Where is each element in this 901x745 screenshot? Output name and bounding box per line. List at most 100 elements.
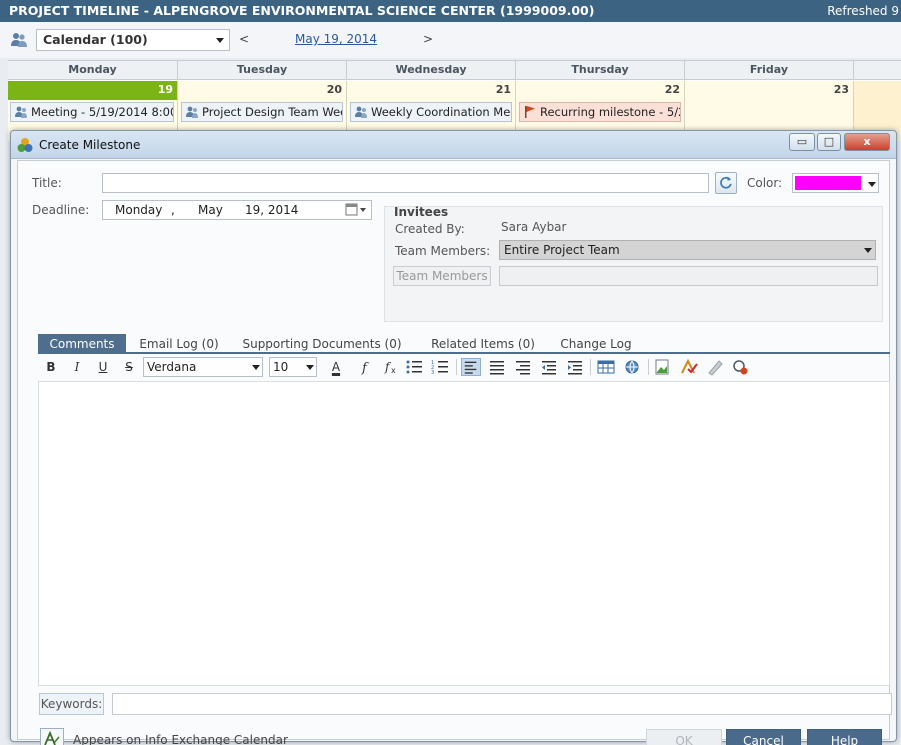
dialog-body: Title: Color: Deadline: Monday , May 19,… (17, 160, 892, 745)
close-button[interactable]: x (844, 133, 890, 151)
keywords-input[interactable] (112, 693, 892, 715)
toolbar-divider (648, 359, 649, 375)
font-color-button[interactable]: A (323, 358, 349, 376)
search-replace-icon[interactable] (731, 358, 751, 376)
event-label: Weekly Coordination Meeti... (371, 105, 511, 119)
maximize-button[interactable]: □ (817, 133, 841, 151)
day-number: 19 (8, 81, 177, 100)
app-title-bar: PROJECT TIMELINE - ALPENGROVE ENVIRONMEN… (0, 0, 901, 22)
editor-toolbar: B I U S Verdana 10 A f fx 123 (38, 356, 890, 378)
day-header-wednesday: Wednesday (347, 61, 516, 80)
underline-button[interactable]: U (93, 358, 113, 376)
help-button[interactable]: Help (807, 729, 882, 745)
day-number: 20 (326, 83, 342, 96)
chevron-down-icon (252, 365, 260, 370)
table-icon[interactable] (596, 358, 616, 376)
deadline-label: Deadline: (32, 203, 90, 217)
italic-button[interactable]: I (67, 358, 87, 376)
team-members-select[interactable]: Entire Project Team (499, 240, 876, 260)
chevron-down-icon (216, 38, 224, 43)
invitees-title: Invitees (394, 205, 449, 219)
deadline-weekday: Monday (115, 203, 163, 217)
created-by-label: Created By: (395, 222, 465, 236)
team-members-field (499, 266, 878, 286)
outdent-icon[interactable] (539, 358, 559, 376)
info-exchange-label: Appears on Info Exchange Calendar (73, 733, 288, 745)
day-header-friday: Friday (685, 61, 854, 80)
day-number: 22 (664, 83, 680, 96)
clear-format-icon[interactable]: fx (380, 358, 400, 376)
minimize-button[interactable]: ▭ (789, 133, 815, 151)
day-number: 21 (495, 83, 511, 96)
align-center-icon[interactable] (487, 358, 507, 376)
bulleted-list-icon[interactable] (404, 358, 424, 376)
calendar-event[interactable]: Project Design Team Week... (181, 102, 343, 122)
day-header-thursday: Thursday (516, 61, 685, 80)
people-icon[interactable] (10, 31, 28, 49)
minimize-icon: ▭ (796, 135, 808, 148)
created-by-value: Sara Aybar (501, 220, 567, 234)
event-label: Meeting - 5/19/2014 8:00 ... (31, 105, 173, 119)
font-family-select[interactable]: Verdana (143, 357, 263, 377)
calendar-event[interactable]: Meeting - 5/19/2014 8:00 ... (10, 102, 174, 122)
team-members-button[interactable]: Team Members (393, 266, 491, 286)
meeting-icon (186, 106, 198, 118)
spell-check-icon[interactable] (679, 358, 699, 376)
tab-related-items[interactable]: Related Items (0) (426, 334, 540, 354)
day-header-overflow (854, 61, 901, 80)
maximize-icon: □ (823, 135, 835, 148)
dialog-title-bar[interactable]: Create Milestone ▭ □ x (11, 131, 896, 159)
color-swatch (795, 176, 861, 190)
refresh-icon (720, 176, 732, 189)
team-members-label: Team Members: (395, 244, 491, 258)
toolbar-divider (590, 359, 591, 375)
align-right-icon[interactable] (513, 358, 533, 376)
align-left-icon[interactable] (461, 358, 481, 376)
svg-text:x: x (391, 366, 396, 375)
title-input[interactable] (102, 173, 709, 193)
project-title: PROJECT TIMELINE - ALPENGROVE ENVIRONMEN… (9, 3, 595, 18)
event-label: Recurring milestone - 5/22/... (540, 105, 680, 119)
chevron-down-icon (864, 248, 872, 253)
dialog-title: Create Milestone (39, 138, 141, 152)
team-members-value: Entire Project Team (504, 243, 620, 257)
font-size-select[interactable]: 10 (269, 357, 317, 377)
week-calendar: Monday Tuesday Wednesday Thursday Friday… (8, 60, 901, 141)
cancel-button[interactable]: Cancel (726, 729, 801, 745)
deadline-day-year: 19, 2014 (245, 203, 299, 217)
svg-text:3: 3 (431, 370, 434, 376)
link-icon[interactable] (622, 358, 642, 376)
eraser-icon[interactable] (705, 358, 725, 376)
color-picker[interactable] (792, 173, 879, 193)
previous-date-button[interactable]: < (239, 32, 249, 46)
refresh-button[interactable] (715, 172, 737, 194)
ok-button[interactable]: OK (646, 729, 722, 745)
current-date-link[interactable]: May 19, 2014 (295, 32, 377, 46)
svg-text:f: f (361, 361, 369, 376)
insert-image-icon[interactable] (653, 358, 673, 376)
deadline-input[interactable]: Monday , May 19, 2014 (102, 200, 372, 220)
calendar-event[interactable]: Weekly Coordination Meeti... (350, 102, 512, 122)
calendar-select[interactable]: Calendar (100) (36, 29, 230, 51)
indent-icon[interactable] (565, 358, 585, 376)
tab-change-log[interactable]: Change Log (556, 334, 636, 354)
meeting-icon (355, 106, 367, 118)
calendar-picker-icon[interactable] (345, 203, 367, 217)
create-milestone-dialog: Create Milestone ▭ □ x Title: Color: Dea… (10, 130, 897, 745)
deadline-month: May (198, 203, 223, 217)
strikethrough-button[interactable]: S (119, 358, 139, 376)
calendar-event[interactable]: Recurring milestone - 5/22/... (519, 102, 681, 122)
bold-button[interactable]: B (41, 358, 61, 376)
comments-editor[interactable] (38, 381, 890, 686)
tab-supporting-documents[interactable]: Supporting Documents (0) (242, 334, 402, 354)
event-label: Project Design Team Week... (202, 105, 342, 119)
tab-email-log[interactable]: Email Log (0) (134, 334, 224, 354)
function-icon[interactable]: f (356, 358, 376, 376)
meeting-icon (15, 106, 27, 118)
info-exchange-icon (44, 730, 60, 745)
info-exchange-toggle[interactable] (40, 728, 64, 745)
next-date-button[interactable]: > (423, 32, 433, 46)
tab-comments[interactable]: Comments (38, 334, 126, 354)
keywords-label: Keywords: (39, 693, 104, 715)
numbered-list-icon[interactable]: 123 (430, 358, 450, 376)
